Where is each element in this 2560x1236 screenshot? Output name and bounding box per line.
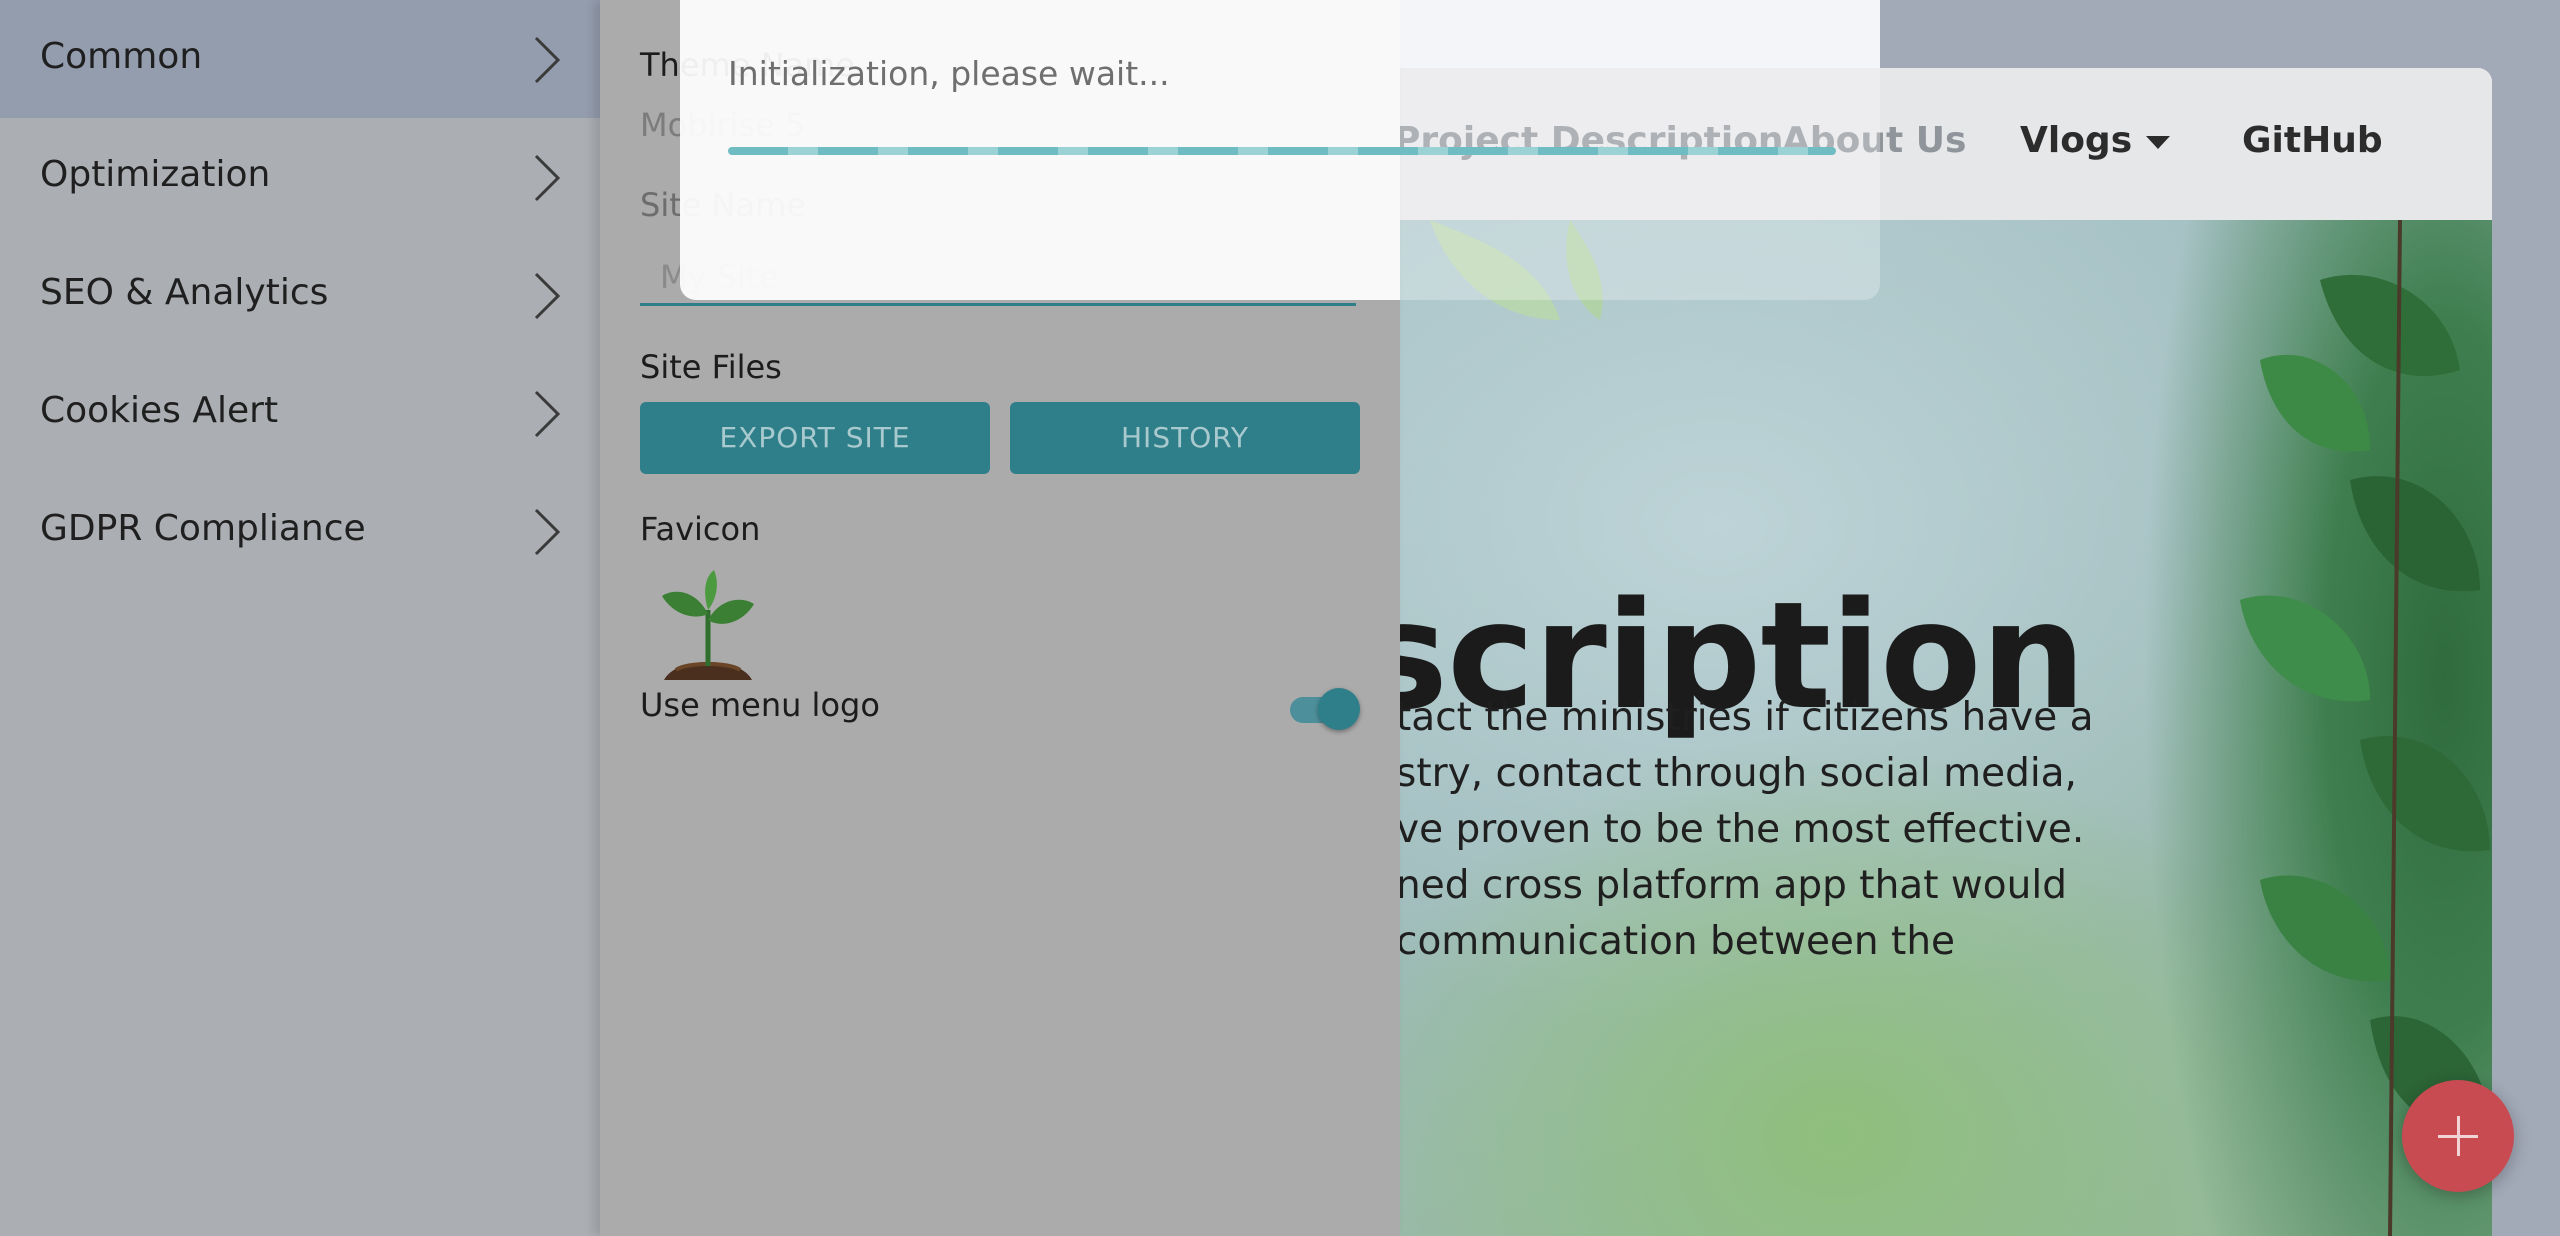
menu-item-common[interactable]: Common xyxy=(0,0,600,118)
use-menu-logo-label: Use menu logo xyxy=(640,686,880,724)
hero-description: tact the ministries if citizens have a s… xyxy=(1396,690,2316,970)
hero-description-line: tact the ministries if citizens have a xyxy=(1396,695,2094,740)
menu-item-label: Optimization xyxy=(40,154,271,195)
history-button[interactable]: HISTORY xyxy=(1010,402,1360,474)
site-settings-menu: Common Optimization SEO & Analytics Cook… xyxy=(0,0,600,1236)
chevron-right-icon xyxy=(534,272,561,320)
menu-item-label: Common xyxy=(40,36,203,77)
menu-item-seo-analytics[interactable]: SEO & Analytics xyxy=(0,236,600,354)
menu-item-label: Cookies Alert xyxy=(40,390,279,431)
menu-item-cookies-alert[interactable]: Cookies Alert xyxy=(0,354,600,472)
export-site-button[interactable]: EXPORT SITE xyxy=(640,402,990,474)
loading-message: Initialization, please wait... xyxy=(728,54,1170,93)
hero-section: scription tact the ministries if citizen… xyxy=(1300,220,2492,1236)
hero-description-line: stry, contact through social media, xyxy=(1396,751,2077,796)
chevron-right-icon xyxy=(534,154,561,202)
chevron-right-icon xyxy=(534,508,561,556)
toggle-knob[interactable] xyxy=(1318,688,1360,730)
hero-description-line: ned cross platform app that would xyxy=(1396,863,2067,908)
menu-item-optimization[interactable]: Optimization xyxy=(0,118,600,236)
menu-item-gdpr-compliance[interactable]: GDPR Compliance xyxy=(0,472,600,590)
nav-link-vlogs-label: Vlogs xyxy=(2020,120,2133,161)
favicon-image[interactable] xyxy=(656,570,760,680)
caret-down-icon xyxy=(2146,135,2171,149)
loading-progress-bar xyxy=(728,147,1836,155)
favicon-label: Favicon xyxy=(640,510,761,548)
nav-link-github[interactable]: GitHub xyxy=(2242,120,2383,161)
chevron-right-icon xyxy=(534,390,561,438)
chevron-right-icon xyxy=(534,36,561,84)
add-block-button[interactable] xyxy=(2402,1080,2514,1192)
hero-description-line: communication between the xyxy=(1396,919,1956,964)
hero-description-line: ve proven to be the most effective. xyxy=(1396,807,2085,852)
site-name-underline xyxy=(640,303,1356,306)
site-files-label: Site Files xyxy=(640,348,782,386)
menu-item-label: GDPR Compliance xyxy=(40,508,366,549)
menu-item-label: SEO & Analytics xyxy=(40,272,329,313)
nav-link-vlogs[interactable]: Vlogs xyxy=(2020,120,2171,161)
loading-dialog-header-strip xyxy=(1400,0,1880,68)
